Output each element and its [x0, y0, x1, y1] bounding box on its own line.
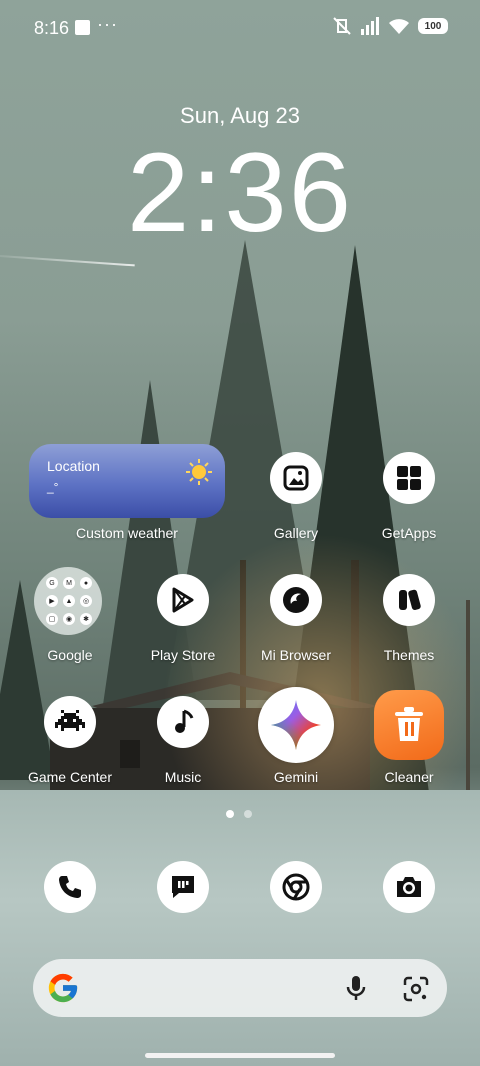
google-g-icon — [48, 973, 78, 1003]
google-folder[interactable]: G M ● ▶ ▲ ◎ ▢ ◉ ✱ — [34, 567, 102, 635]
signal-icon — [361, 17, 379, 35]
weather-widget-label: Custom weather — [76, 525, 178, 541]
status-bar: 8:16 ··· 100 — [0, 0, 480, 56]
cleaner-app[interactable] — [374, 690, 444, 760]
gallery-icon — [283, 465, 309, 491]
mute-vibrate-icon — [333, 17, 351, 35]
mi-browser-icon — [283, 587, 309, 613]
google-lens-icon[interactable] — [403, 976, 429, 1002]
gallery-label: Gallery — [273, 525, 319, 541]
gemini-label: Gemini — [273, 769, 319, 785]
themes-app[interactable] — [383, 574, 435, 626]
play-store-app[interactable] — [157, 574, 209, 626]
camera-icon — [397, 877, 421, 897]
game-center-app[interactable] — [44, 696, 96, 748]
snow-ground — [0, 790, 480, 1066]
gallery-app[interactable] — [270, 452, 322, 504]
google-search-bar[interactable] — [33, 959, 447, 1017]
mi-browser-label: Mi Browser — [260, 647, 331, 663]
wifi-icon — [389, 19, 409, 34]
mi-browser-app[interactable] — [270, 574, 322, 626]
getapps-label: GetApps — [381, 525, 437, 541]
battery-icon: 100 — [418, 18, 448, 34]
space-invader-icon — [55, 710, 85, 731]
music-app[interactable] — [157, 696, 209, 748]
sun-icon — [186, 459, 212, 485]
microphone-icon[interactable] — [346, 975, 366, 1001]
gmail-mini-icon: M — [63, 577, 75, 589]
music-label: Music — [164, 769, 202, 785]
page-dot-2[interactable] — [244, 810, 252, 818]
gesture-handle[interactable] — [145, 1053, 335, 1058]
messages-icon — [172, 876, 194, 898]
chrome-app[interactable] — [270, 861, 322, 913]
settings-mini-icon: ✱ — [80, 613, 92, 625]
weather-widget[interactable]: Location _° — [29, 444, 225, 518]
play-store-label: Play Store — [150, 647, 216, 663]
phone-icon — [59, 876, 81, 898]
getapps-app[interactable] — [383, 452, 435, 504]
status-time: 8:16 — [34, 18, 70, 38]
gemini-app[interactable] — [258, 687, 334, 763]
google-folder-label: Google — [47, 647, 93, 663]
themes-label: Themes — [383, 647, 435, 663]
music-note-icon — [175, 709, 194, 733]
cleaner-label: Cleaner — [384, 769, 434, 785]
game-center-label: Game Center — [27, 769, 113, 785]
assistant-mini-icon: ● — [80, 577, 92, 589]
weather-location: Location — [47, 458, 100, 474]
meet-mini-icon: ▢ — [46, 613, 58, 625]
drive-mini-icon: ▲ — [63, 595, 75, 607]
trash-icon — [395, 707, 423, 741]
lens-mini-icon: ◎ — [80, 595, 92, 607]
google-search-mini-icon: G — [46, 577, 58, 589]
youtube-mini-icon: ▶ — [46, 595, 58, 607]
chrome-icon — [282, 873, 310, 901]
camera-app[interactable] — [383, 861, 435, 913]
page-dot-1[interactable] — [226, 810, 234, 818]
play-store-icon — [172, 587, 194, 613]
more-notifications-icon: ··· — [97, 14, 118, 34]
getapps-icon — [397, 466, 421, 490]
clock-widget[interactable]: 2:36 — [0, 133, 480, 253]
date-label: Sun, Aug 23 — [180, 103, 300, 128]
themes-icon — [399, 589, 421, 611]
phone-app[interactable] — [44, 861, 96, 913]
messages-app[interactable] — [157, 861, 209, 913]
gemini-sparkle-icon — [271, 700, 321, 750]
photos-mini-icon: ◉ — [63, 613, 75, 625]
page-indicator — [226, 810, 252, 818]
weather-temperature: _° — [47, 480, 59, 494]
notification-square-icon — [75, 20, 90, 35]
